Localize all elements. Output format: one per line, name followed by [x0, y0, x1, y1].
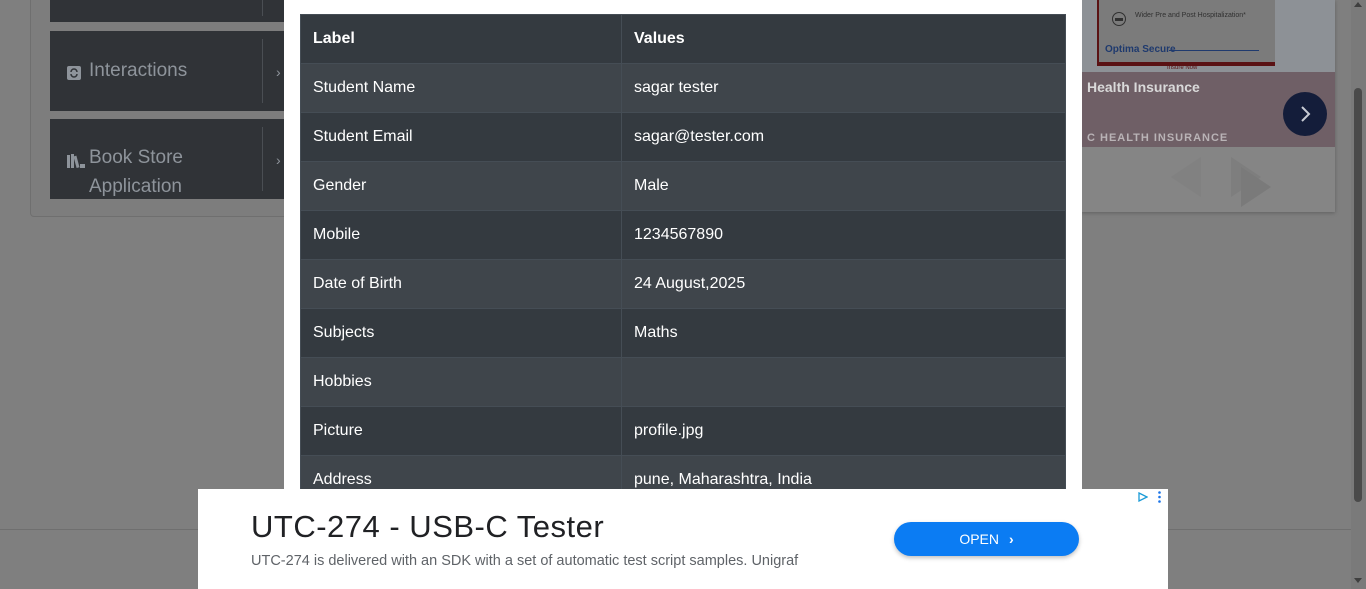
ad-description: UTC-274 is delivered with an SDK with a … — [251, 553, 799, 569]
row-label: Picture — [300, 406, 622, 456]
ad-subtitle: C HEALTH INSURANCE — [1087, 132, 1229, 144]
ad-next-button[interactable] — [1283, 92, 1327, 136]
divider — [262, 127, 263, 191]
row-label: Subjects — [300, 308, 622, 358]
table-row: Gender Male — [300, 161, 1066, 211]
submission-modal: Label Values Student Name sagar tester S… — [284, 0, 1082, 489]
scroll-down-icon[interactable] — [1354, 578, 1362, 583]
table-row: Date of Birth 24 August,2025 — [300, 259, 1066, 309]
ad-white-panel: Wider Pre and Post Hospitalization* Opti… — [1099, 0, 1275, 71]
ad-insure-now: Insure Now — [1167, 65, 1198, 71]
row-label: Date of Birth — [300, 259, 622, 309]
sidebar-group-book-store[interactable]: Book Store Application › — [50, 119, 285, 199]
results-table: Label Values Student Name sagar tester S… — [300, 14, 1066, 489]
chevron-right-icon: › — [1009, 531, 1014, 547]
row-value — [621, 357, 1066, 407]
scroll-up-icon[interactable] — [1354, 2, 1362, 7]
table-row: Subjects Maths — [300, 308, 1066, 358]
table-header-row: Label Values — [300, 14, 1066, 64]
row-value: 1234567890 — [621, 210, 1066, 260]
divider — [262, 39, 263, 103]
book-store-icon — [67, 154, 85, 169]
row-label: Gender — [300, 161, 622, 211]
row-value: 24 August,2025 — [621, 259, 1066, 309]
row-label: Address — [300, 455, 622, 489]
bed-icon — [1112, 12, 1126, 26]
ad-brand: Optima Secure — [1105, 44, 1176, 55]
sidebar-group-previous[interactable] — [50, 0, 285, 22]
adchoices-icon[interactable] — [1138, 492, 1148, 502]
column-header-label: Label — [300, 14, 622, 64]
row-label: Student Email — [300, 112, 622, 162]
column-header-values: Values — [621, 14, 1066, 64]
bottom-advertisement[interactable]: UTC-274 - USB-C Tester UTC-274 is delive… — [198, 489, 1168, 589]
ad-open-button[interactable]: OPEN › — [894, 522, 1079, 556]
more-options-icon[interactable] — [1158, 491, 1161, 503]
divider — [262, 0, 263, 16]
chevron-down-icon: › — [276, 152, 281, 168]
chevron-down-icon: › — [276, 64, 281, 80]
interactions-icon — [67, 66, 81, 80]
sidebar-group-label: Book Store Application — [89, 147, 183, 197]
row-value: Maths — [621, 308, 1066, 358]
sidebar-advertisement[interactable]: Wider Pre and Post Hospitalization* Opti… — [1081, 0, 1335, 212]
table-row: Picture profile.jpg — [300, 406, 1066, 456]
row-value: pune, Maharashtra, India — [621, 455, 1066, 489]
scroll-thumb[interactable] — [1354, 88, 1362, 502]
page-scrollbar[interactable] — [1351, 0, 1366, 589]
chevron-right-icon — [1301, 106, 1311, 122]
table-row: Hobbies — [300, 357, 1066, 407]
row-label: Student Name — [300, 63, 622, 113]
ad-title: Health Insurance — [1087, 79, 1200, 95]
sidebar-group-label: Interactions — [89, 60, 188, 81]
row-value: profile.jpg — [621, 406, 1066, 456]
ad-open-label: OPEN — [959, 531, 999, 547]
ad-pattern — [1171, 157, 1271, 207]
ad-bar — [1169, 50, 1259, 51]
row-value: Male — [621, 161, 1066, 211]
ad-headline[interactable]: UTC-274 - USB-C Tester — [251, 509, 604, 545]
ad-feature-text: Wider Pre and Post Hospitalization* — [1135, 12, 1246, 19]
ad-footer-pattern — [1081, 147, 1335, 212]
table-row: Mobile 1234567890 — [300, 210, 1066, 260]
row-value: sagar tester — [621, 63, 1066, 113]
table-row: Address pune, Maharashtra, India — [300, 455, 1066, 489]
row-value: sagar@tester.com — [621, 112, 1066, 162]
row-label: Hobbies — [300, 357, 622, 407]
table-row: Student Email sagar@tester.com — [300, 112, 1066, 162]
row-label: Mobile — [300, 210, 622, 260]
table-row: Student Name sagar tester — [300, 63, 1066, 113]
sidebar-group-interactions[interactable]: Interactions › — [50, 31, 285, 111]
ad-image-top: Wider Pre and Post Hospitalization* Opti… — [1081, 0, 1335, 72]
